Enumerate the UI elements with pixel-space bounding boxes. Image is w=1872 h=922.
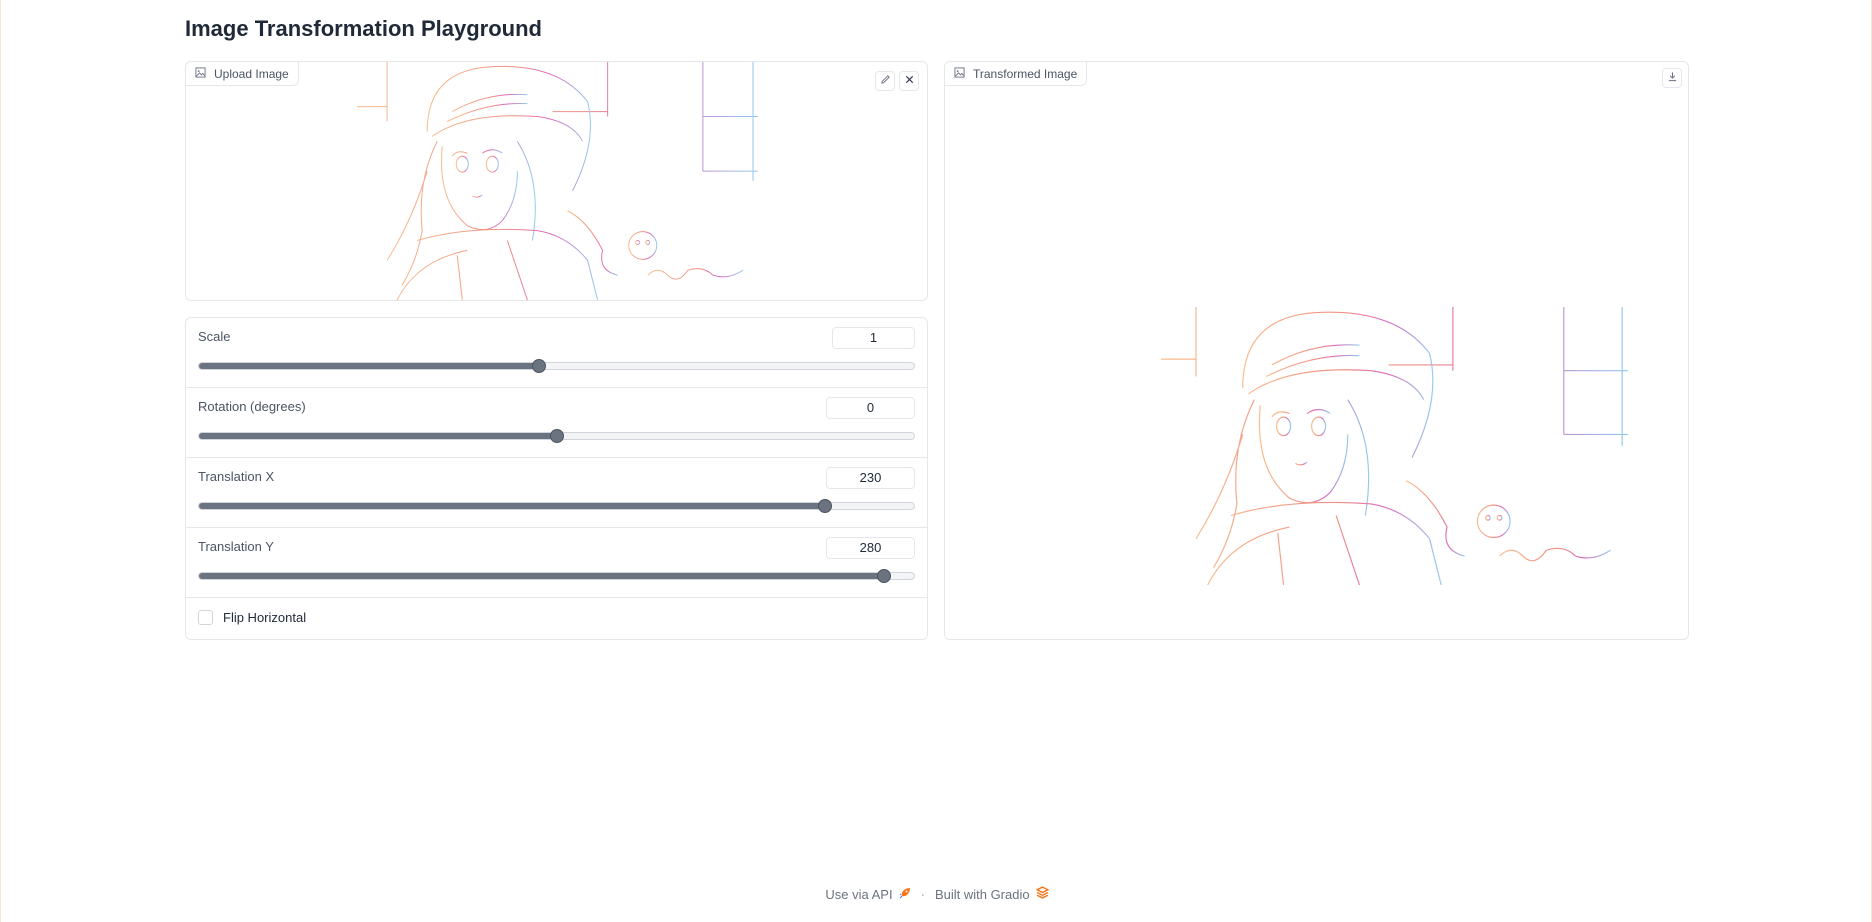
built-with-gradio-link[interactable]: Built with Gradio [934,886,1050,902]
download-button[interactable] [1662,68,1682,88]
scale-input[interactable]: 1 [832,327,915,349]
rocket-icon [899,887,911,902]
pencil-icon [880,72,891,90]
footer-separator: · [920,886,925,902]
download-icon [1667,69,1678,87]
image-icon [195,66,206,81]
scale-slider-fill [199,363,539,369]
scale-slider-thumb[interactable] [531,359,546,373]
rotation-slider[interactable] [198,429,915,443]
page: Image Transformation Playground Upload I… [0,0,1872,922]
sketch-drawing [357,62,758,300]
translation-x-slider[interactable] [198,499,915,513]
upload-image-panel[interactable]: Upload Image [185,61,928,301]
use-via-api-text: Use via API [825,886,893,902]
rotation-slider-thumb[interactable] [549,429,564,443]
rotation-input[interactable]: 0 [826,397,915,419]
translation-y-input[interactable]: 280 [826,537,915,559]
clear-image-button[interactable] [899,71,919,91]
rotation-label: Rotation (degrees) [198,399,306,414]
flip-horizontal-checkbox[interactable] [198,610,213,625]
scale-slider[interactable] [198,359,915,373]
controls-panel: Scale 1 Rotation (degrees) 0 Translation… [185,317,928,640]
translation-y-slider[interactable] [198,569,915,583]
translation-y-label: Translation Y [198,539,274,554]
translation-x-input[interactable]: 230 [826,467,915,489]
flip-horizontal-control[interactable]: Flip Horizontal [198,610,306,625]
scale-control: Scale 1 [186,318,927,388]
transformed-image [1161,307,1628,585]
close-icon [904,72,915,90]
translation-x-slider-fill [199,503,825,509]
translation-x-control: Translation X 230 [186,458,927,528]
footer: Use via API · Built with Gradio [1,886,1872,902]
translation-x-slider-thumb[interactable] [817,499,832,513]
scale-label: Scale [198,329,231,344]
transformed-image-panel: Transformed Image [944,61,1689,640]
page-title: Image Transformation Playground [185,16,542,41]
transformed-image-label: Transformed Image [944,61,1088,86]
image-icon [954,66,965,81]
translation-y-slider-fill [199,573,884,579]
gradio-logo-icon [1035,886,1050,902]
flip-horizontal-label: Flip Horizontal [223,610,307,625]
translation-y-slider-thumb[interactable] [876,569,891,583]
upload-image-label-text: Upload Image [214,66,289,81]
translation-x-label: Translation X [198,469,275,484]
upload-image-label: Upload Image [185,61,299,86]
built-with-gradio-text: Built with Gradio [934,886,1030,902]
edit-button[interactable] [875,71,895,91]
transformed-image-label-text: Transformed Image [973,66,1078,81]
rotation-slider-fill [199,433,557,439]
translation-y-control: Translation Y 280 [186,528,927,598]
uploaded-image [357,62,758,300]
use-via-api-link[interactable]: Use via API [825,887,910,902]
sketch-drawing-transformed [1161,307,1628,585]
rotation-control: Rotation (degrees) 0 [186,388,927,458]
